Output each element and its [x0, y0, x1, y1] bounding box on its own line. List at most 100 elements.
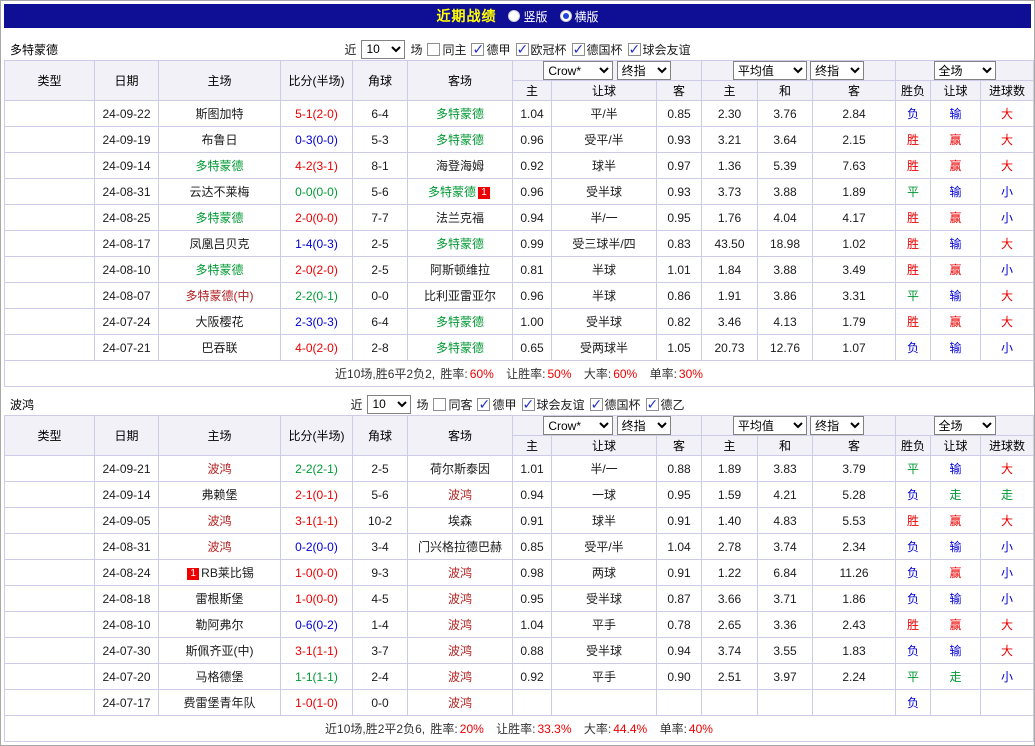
full-match-select[interactable]: 全场 [934, 61, 996, 80]
home-team-link[interactable]: 1RB莱比锡 [159, 560, 281, 586]
home-team-link[interactable]: 波鸿 [159, 508, 281, 534]
league-checkbox[interactable] [646, 398, 659, 411]
recent-count-select[interactable]: 10 [367, 395, 411, 414]
result-handicap: 输 [931, 231, 981, 257]
league-checkbox[interactable] [471, 43, 484, 56]
radio-icon[interactable] [560, 10, 572, 22]
away-team-link[interactable]: 门兴格拉德巴赫 [408, 534, 513, 560]
home-team-link[interactable]: 弗赖堡 [159, 482, 281, 508]
same-venue-filter[interactable]: 同主 [427, 41, 466, 58]
league-filter[interactable]: 欧冠杯 [516, 41, 567, 58]
avg-away-odds: 2.43 [813, 612, 896, 638]
team-name-text: 弗赖堡 [201, 488, 237, 502]
match-date: 24-08-17 [95, 231, 159, 257]
home-team-link[interactable]: 斯佩齐亚(中) [159, 638, 281, 664]
final-index-select[interactable]: 终指 [810, 61, 864, 80]
away-team-link[interactable]: 埃森 [408, 508, 513, 534]
home-team-link[interactable]: 巴吞联 [159, 335, 281, 361]
league-checkbox[interactable] [477, 398, 490, 411]
result-handicap: 输 [931, 283, 981, 309]
league-checkbox[interactable] [572, 43, 585, 56]
avg-home-odds: 3.73 [702, 179, 758, 205]
match-row: 德甲24-08-25多特蒙德2-0(0-0)7-7法兰克福0.94半/一0.95… [5, 205, 1034, 231]
away-team-link[interactable]: 多特蒙德1 [408, 179, 513, 205]
away-team-link[interactable]: 多特蒙德 [408, 335, 513, 361]
away-team-link[interactable]: 波鸿 [408, 612, 513, 638]
away-team-link[interactable]: 波鸿 [408, 664, 513, 690]
league-tag: 德甲 [5, 153, 95, 179]
home-team-link[interactable]: 费雷堡青年队 [159, 690, 281, 716]
league-checkbox[interactable] [516, 43, 529, 56]
away-team-link[interactable]: 海登海姆 [408, 153, 513, 179]
home-team-link[interactable]: 凤凰吕贝克 [159, 231, 281, 257]
league-checkbox[interactable] [590, 398, 603, 411]
corner-count: 4-5 [353, 586, 408, 612]
home-team-link[interactable]: 多特蒙德(中) [159, 283, 281, 309]
same-venue-checkbox[interactable] [433, 398, 446, 411]
away-team-link[interactable]: 多特蒙德 [408, 101, 513, 127]
home-team-link[interactable]: 大阪樱花 [159, 309, 281, 335]
league-checkbox[interactable] [628, 43, 641, 56]
final-index-select[interactable]: 终指 [617, 416, 671, 435]
away-team-link[interactable]: 波鸿 [408, 586, 513, 612]
match-row: 球会友谊24-09-05波鸿3-1(1-1)10-2埃森0.91球半0.911.… [5, 508, 1034, 534]
asian-away-odds: 0.94 [657, 638, 702, 664]
full-match-select[interactable]: 全场 [934, 416, 996, 435]
away-team-link[interactable]: 波鸿 [408, 482, 513, 508]
away-team-link[interactable]: 多特蒙德 [408, 309, 513, 335]
league-checkbox[interactable] [522, 398, 535, 411]
asian-away-odds: 0.91 [657, 560, 702, 586]
league-filter[interactable]: 德乙 [646, 396, 685, 413]
away-team-link[interactable]: 比利亚雷亚尔 [408, 283, 513, 309]
final-index-select[interactable]: 终指 [617, 61, 671, 80]
euro-odds-group-header: 平均值 终指 [702, 61, 896, 81]
average-odds-select[interactable]: 平均值 [733, 416, 807, 435]
stat-label: 让胜率: [496, 722, 535, 736]
avg-home-odds: 1.89 [702, 456, 758, 482]
odds-company-select[interactable]: Crow* [543, 416, 613, 435]
league-filter[interactable]: 德甲 [471, 41, 510, 58]
result-handicap: 赢 [931, 205, 981, 231]
home-team-link[interactable]: 斯图加特 [159, 101, 281, 127]
league-filter[interactable]: 德国杯 [572, 41, 623, 58]
away-team-link[interactable]: 多特蒙德 [408, 127, 513, 153]
home-team-link[interactable]: 多特蒙德 [159, 257, 281, 283]
radio-icon[interactable] [508, 10, 520, 22]
column-header-type: 类型 [5, 61, 95, 101]
odds-company-select[interactable]: Crow* [543, 61, 613, 80]
team-name-text: 海登海姆 [436, 159, 484, 173]
home-team-link[interactable]: 波鸿 [159, 534, 281, 560]
avg-home-odds [702, 690, 758, 716]
match-date: 24-08-07 [95, 283, 159, 309]
layout-radio-horizontal[interactable]: 横版 [560, 8, 599, 25]
average-odds-select[interactable]: 平均值 [733, 61, 807, 80]
league-filter[interactable]: 球会友谊 [628, 41, 691, 58]
away-team-link[interactable]: 荷尔斯泰因 [408, 456, 513, 482]
recent-count-select[interactable]: 10 [361, 40, 405, 59]
home-team-link[interactable]: 马格德堡 [159, 664, 281, 690]
home-team-link[interactable]: 波鸿 [159, 456, 281, 482]
away-team-link[interactable]: 阿斯顿维拉 [408, 257, 513, 283]
league-filter[interactable]: 球会友谊 [522, 396, 585, 413]
home-team-link[interactable]: 多特蒙德 [159, 153, 281, 179]
same-venue-checkbox[interactable] [427, 43, 440, 56]
home-team-link[interactable]: 雷根斯堡 [159, 586, 281, 612]
result-handicap: 赢 [931, 127, 981, 153]
league-filter[interactable]: 德甲 [477, 396, 516, 413]
column-header-away: 客场 [408, 61, 513, 101]
final-index-select[interactable]: 终指 [810, 416, 864, 435]
layout-radio-vertical[interactable]: 竖版 [508, 8, 547, 25]
away-team-link[interactable]: 波鸿 [408, 690, 513, 716]
result-goals: 小 [981, 335, 1034, 361]
away-team-link[interactable]: 法兰克福 [408, 205, 513, 231]
league-filter[interactable]: 德国杯 [590, 396, 641, 413]
away-team-link[interactable]: 波鸿 [408, 560, 513, 586]
away-team-link[interactable]: 多特蒙德 [408, 231, 513, 257]
same-venue-filter[interactable]: 同客 [433, 396, 472, 413]
home-team-link[interactable]: 多特蒙德 [159, 205, 281, 231]
avg-away-odds: 2.34 [813, 534, 896, 560]
away-team-link[interactable]: 波鸿 [408, 638, 513, 664]
home-team-link[interactable]: 布鲁日 [159, 127, 281, 153]
home-team-link[interactable]: 云达不莱梅 [159, 179, 281, 205]
home-team-link[interactable]: 勒阿弗尔 [159, 612, 281, 638]
